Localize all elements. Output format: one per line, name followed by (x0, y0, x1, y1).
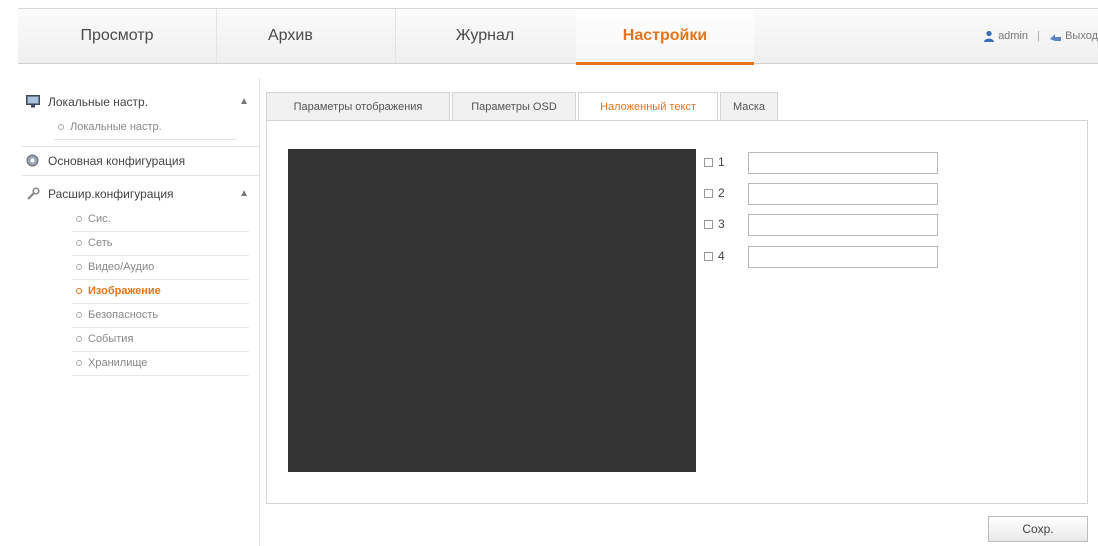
divider: | (1037, 30, 1040, 43)
sidebar-item-label: Изображение (88, 285, 161, 297)
nav-tab-configuration[interactable]: Настройки (576, 9, 754, 65)
user-icon (984, 30, 994, 43)
sidebar-section-basic-label: Основная конфигурация (48, 154, 186, 168)
gear-icon (26, 154, 39, 167)
sidebar-item-image[interactable]: Изображение (72, 280, 249, 304)
bullet-icon (76, 360, 82, 366)
nav-tab-log[interactable]: Журнал (396, 9, 574, 63)
sidebar-section-local-label: Локальные настр. (48, 95, 149, 109)
wrench-icon (27, 187, 40, 200)
tab-osd-settings[interactable]: Параметры OSD (452, 92, 576, 120)
collapse-arrow-icon[interactable]: ▲ (239, 88, 249, 116)
overlay-1-text-input[interactable] (748, 152, 938, 174)
sidebar-item-label: Видео/Аудио (88, 261, 155, 273)
overlay-2-checkbox[interactable] (704, 189, 713, 198)
user-area: admin | Выход (983, 9, 1098, 63)
sidebar-item-events[interactable]: События (72, 328, 249, 352)
save-button[interactable]: Сохр. (988, 516, 1088, 542)
sidebar-item-security[interactable]: Безопасность (72, 304, 249, 328)
logout-link[interactable]: Выход (1065, 30, 1098, 42)
sidebar-item-label: Хранилище (88, 357, 148, 369)
overlay-3-checkbox[interactable] (704, 220, 713, 229)
overlay-2-text-input[interactable] (748, 183, 938, 205)
bullet-icon (76, 240, 82, 246)
sidebar-item-storage[interactable]: Хранилище (72, 352, 249, 376)
sidebar-item-system[interactable]: Сис. (72, 208, 249, 232)
bullet-icon (76, 216, 82, 222)
bullet-icon (76, 336, 82, 342)
sidebar-section-advanced[interactable]: Расшир.конфигурация ▲ (22, 180, 259, 208)
overlay-3-number: 3 (718, 217, 725, 231)
sidebar-item-label: Локальные настр. (70, 121, 162, 133)
sidebar-section-local[interactable]: Локальные настр. ▲ (22, 88, 259, 116)
overlay-4-text-input[interactable] (748, 246, 938, 268)
sidebar-item-label: События (88, 333, 134, 345)
sidebar-section-basic[interactable]: Основная конфигурация (22, 147, 259, 176)
sidebar-item-label: Безопасность (88, 309, 159, 321)
overlay-2-number: 2 (718, 186, 725, 200)
sidebar-section-advanced-label: Расшир.конфигурация (48, 187, 174, 201)
sidebar-item-video-audio[interactable]: Видео/Аудио (72, 256, 249, 280)
video-preview[interactable] (288, 149, 696, 472)
monitor-icon (26, 95, 40, 108)
username-label: admin (998, 30, 1029, 43)
tab-text-overlay[interactable]: Наложенный текст (578, 92, 718, 121)
collapse-arrow-icon[interactable]: ▲ (239, 180, 249, 208)
sidebar: Локальные настр. ▲ Локальные настр. Осно… (22, 78, 260, 546)
nav-tab-live-view[interactable]: Просмотр (18, 9, 217, 63)
overlay-4-number: 4 (718, 249, 725, 263)
tab-display-settings[interactable]: Параметры отображения (266, 92, 450, 120)
bullet-icon (58, 124, 64, 130)
overlay-1-checkbox[interactable] (704, 158, 713, 167)
nav-tab-playback[interactable]: Архив (216, 9, 396, 63)
logout-icon[interactable] (1049, 31, 1062, 42)
bullet-icon (76, 288, 82, 294)
overlay-1-number: 1 (718, 155, 725, 169)
overlay-4-checkbox[interactable] (704, 252, 713, 261)
bullet-icon (76, 264, 82, 270)
sidebar-item-label: Сис. (88, 213, 111, 225)
sidebar-item-network[interactable]: Сеть (72, 232, 249, 256)
sidebar-item-label: Сеть (88, 237, 113, 249)
sidebar-item-local-settings[interactable]: Локальные настр. (54, 116, 237, 140)
bullet-icon (76, 312, 82, 318)
tab-privacy-mask[interactable]: Маска (720, 92, 778, 120)
top-nav: Просмотр Архив Журнал Настройки admin | … (18, 8, 1098, 65)
overlay-3-text-input[interactable] (748, 214, 938, 236)
